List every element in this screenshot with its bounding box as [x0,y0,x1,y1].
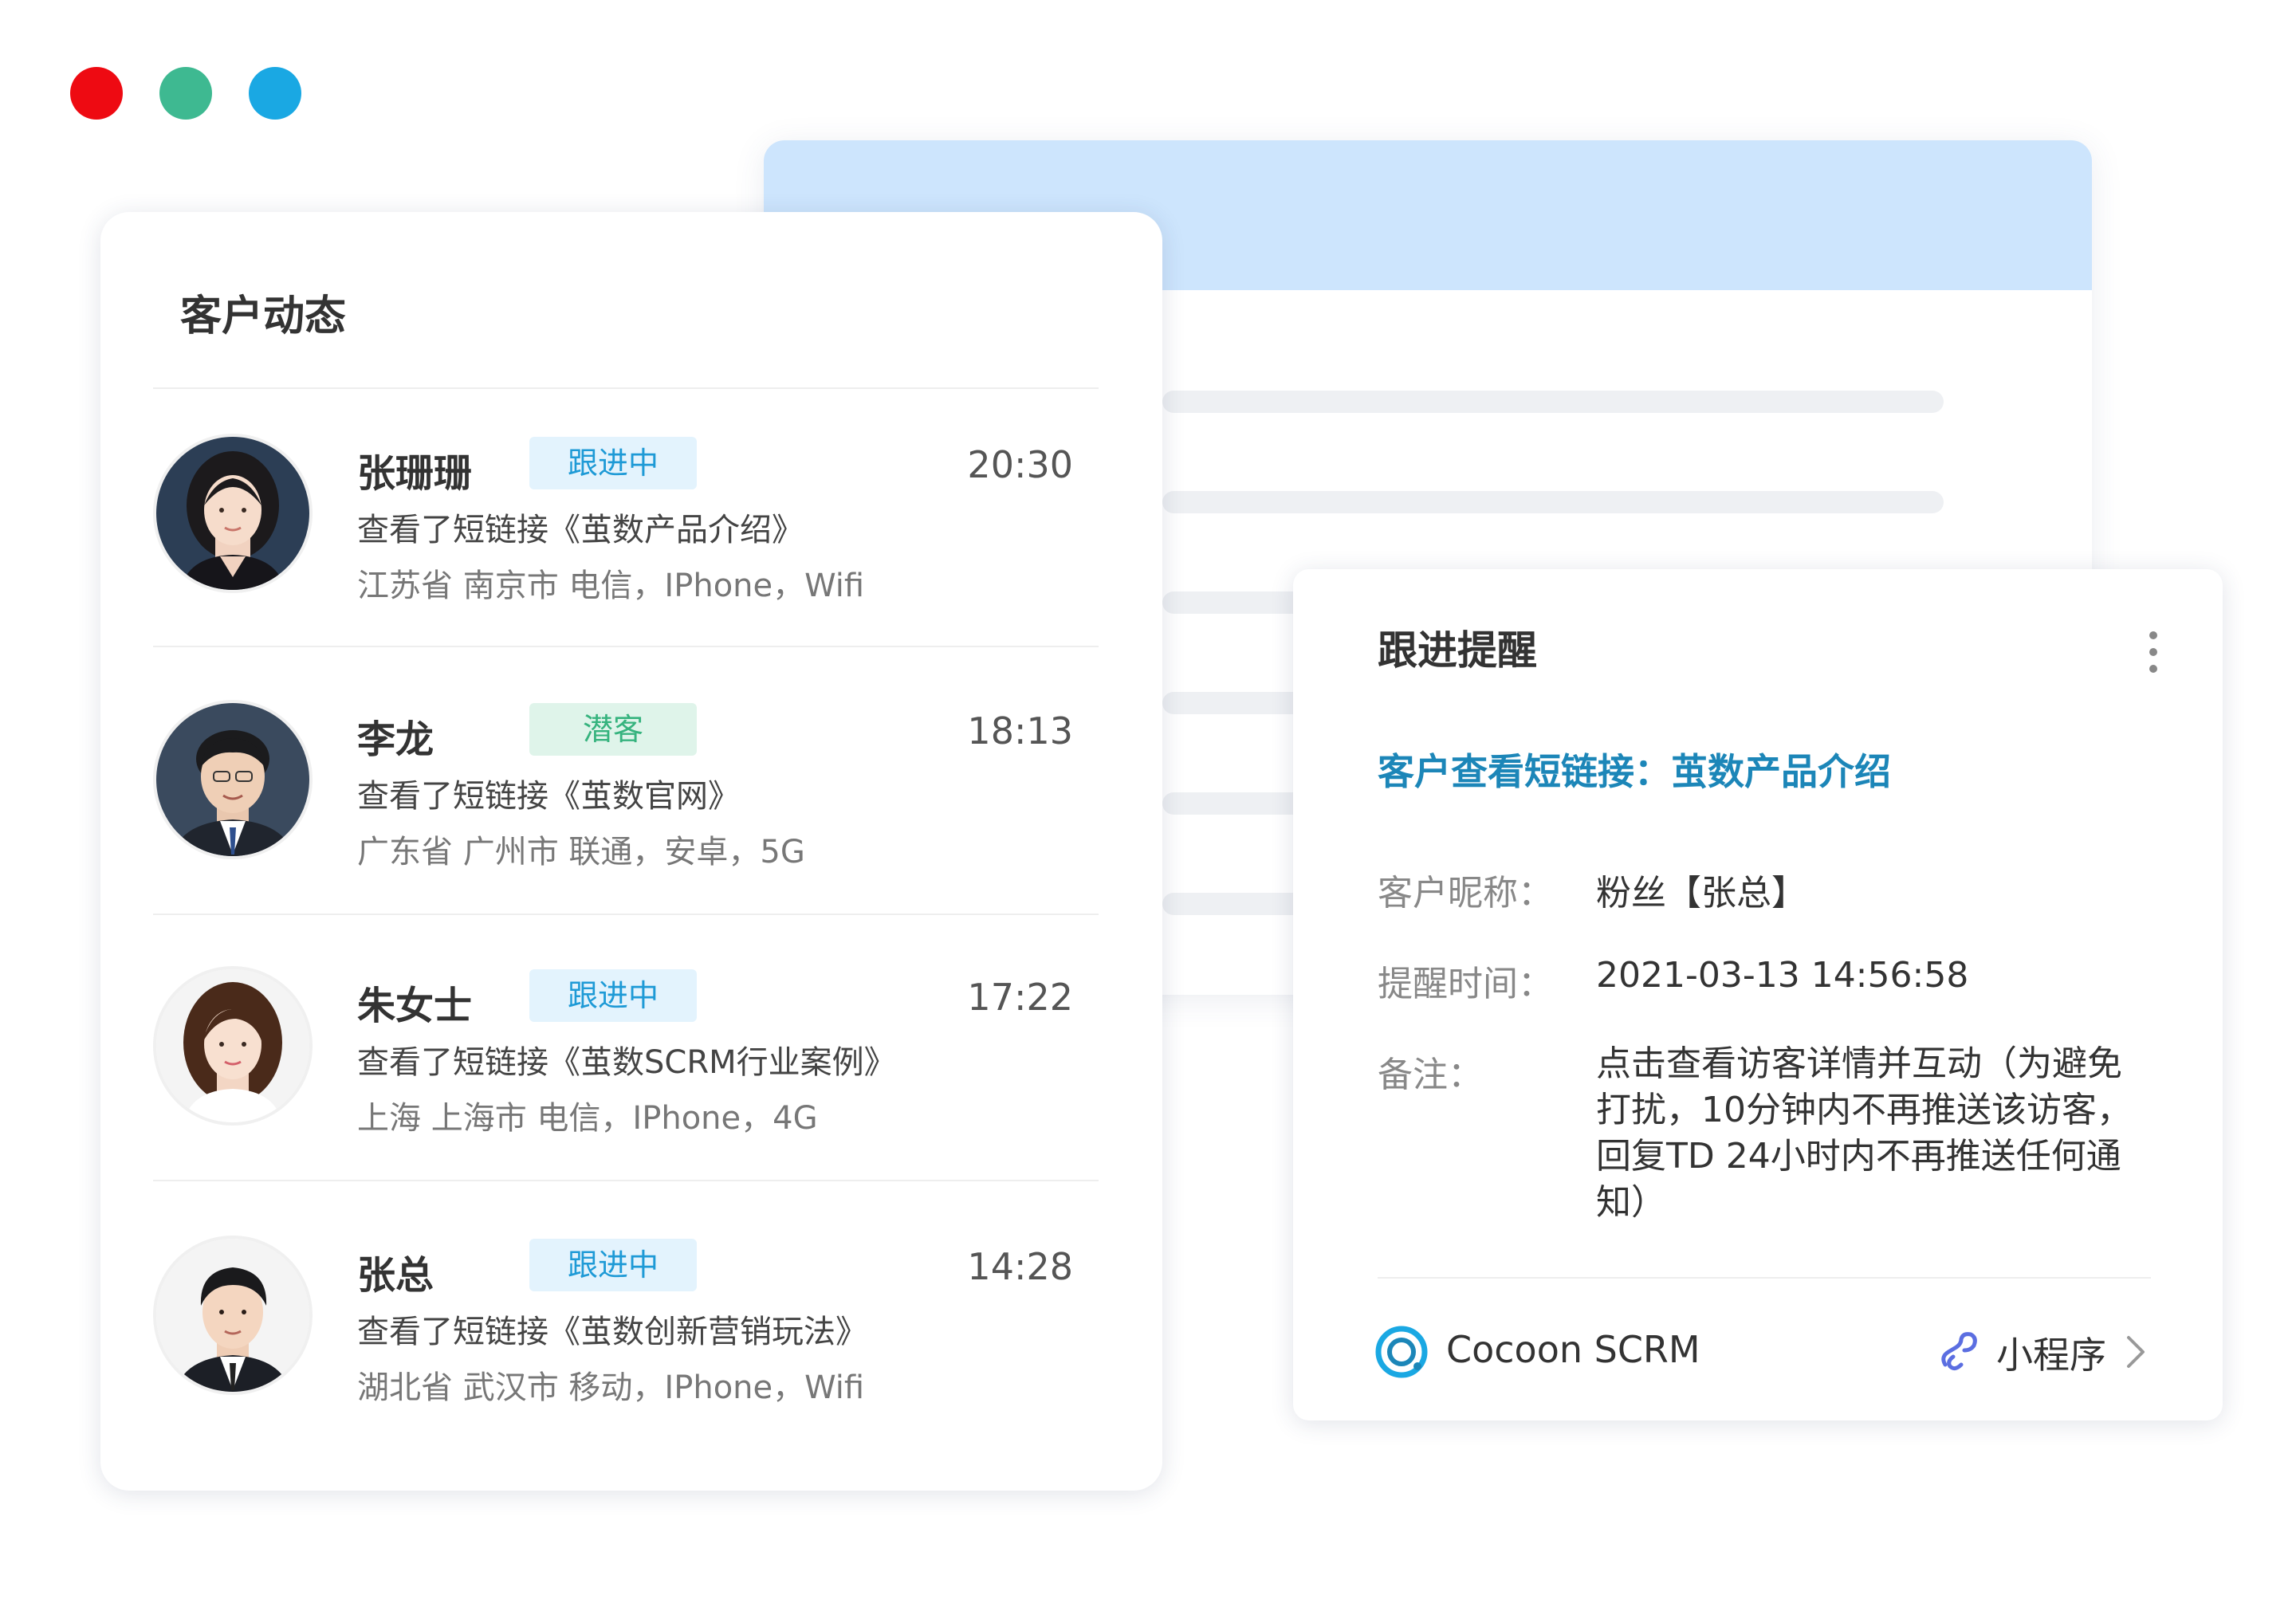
entry-time: 17:22 [967,976,1073,1019]
divider [153,387,1099,389]
mini-program-icon[interactable] [1937,1330,1980,1373]
female-avatar[interactable] [156,437,309,590]
customer-name: 李龙 [357,717,434,762]
entry-action: 查看了短链接《茧数创新营销玩法》 [357,1314,867,1350]
placeholder-line [1162,391,1944,413]
minimize-window-dot[interactable] [159,67,212,120]
activity-entry[interactable]: 朱女士 跟进中 17:22 查看了短链接《茧数SCRM行业案例》 上海 上海市 … [100,969,1162,1177]
status-tag: 跟进中 [529,1239,697,1291]
note-value: 点击查看访客详情并互动（为避免打扰，10分钟内不再推送该访客，回复TD 24小时… [1596,1043,2132,1223]
customer-name: 朱女士 [357,984,473,1028]
customer-name: 张珊珊 [357,451,473,496]
divider [153,914,1099,915]
nickname-value: 粉丝【张总】 [1596,873,1807,914]
status-tag: 跟进中 [529,969,697,1022]
brand-name: Cocoon SCRM [1446,1328,1700,1371]
entry-meta: 上海 上海市 电信，IPhone，4G [357,1100,818,1137]
activity-card-title: 客户动态 [180,293,347,340]
entry-meta: 江苏省 南京市 电信，IPhone，Wifi [357,568,865,604]
canvas: 客户动态 张珊珊 跟进中 20:30 查看了短链接《茧数产品介绍》 江苏省 南京… [0,0,2296,1607]
reminder-time-value: 2021-03-13 14:56:58 [1596,955,1969,996]
entry-time: 20:30 [967,443,1073,486]
divider [153,646,1099,647]
female-avatar[interactable] [156,969,309,1122]
entry-meta: 广东省 广州市 联通，安卓，5G [357,834,805,870]
activity-entry[interactable]: 张珊珊 跟进中 20:30 查看了短链接《茧数产品介绍》 江苏省 南京市 电信，… [100,437,1162,644]
customer-activity-card: 客户动态 张珊珊 跟进中 20:30 查看了短链接《茧数产品介绍》 江苏省 南京… [100,212,1162,1491]
more-options-icon[interactable] [2149,631,2159,679]
chevron-right-icon[interactable] [2124,1334,2148,1369]
close-window-dot[interactable] [70,67,123,120]
divider [1378,1277,2151,1279]
nickname-label: 客户昵称： [1378,873,1553,914]
maximize-window-dot[interactable] [249,67,301,120]
entry-meta: 湖北省 武汉市 移动，IPhone，Wifi [357,1369,865,1406]
divider [153,1180,1099,1181]
entry-action: 查看了短链接《茧数产品介绍》 [357,512,804,548]
reminder-card-title: 跟进提醒 [1378,627,1537,674]
activity-entry[interactable]: 李龙 潜客 18:13 查看了短链接《茧数官网》 广东省 广州市 联通，安卓，5… [100,703,1162,910]
entry-time: 18:13 [967,709,1073,752]
cocoon-logo-icon [1375,1326,1428,1378]
male-avatar[interactable] [156,1239,309,1392]
customer-name: 张总 [357,1253,434,1298]
entry-time: 14:28 [967,1245,1073,1288]
mini-program-link[interactable]: 小程序 [1996,1326,2106,1379]
male-avatar[interactable] [156,703,309,856]
status-tag: 潜客 [529,703,697,756]
activity-entry[interactable]: 张总 跟进中 14:28 查看了短链接《茧数创新营销玩法》 湖北省 武汉市 移动… [100,1239,1162,1446]
entry-action: 查看了短链接《茧数官网》 [357,778,740,815]
reminder-headline-link[interactable]: 客户查看短链接：茧数产品介绍 [1378,743,1891,796]
entry-action: 查看了短链接《茧数SCRM行业案例》 [357,1044,896,1081]
reminder-time-label: 提醒时间： [1378,964,1553,1004]
note-label: 备注： [1378,1055,1483,1095]
follow-up-reminder-card: 跟进提醒 客户查看短链接：茧数产品介绍 客户昵称： 粉丝【张总】 提醒时间： 2… [1293,569,2223,1420]
placeholder-line [1162,491,1944,513]
status-tag: 跟进中 [529,437,697,489]
